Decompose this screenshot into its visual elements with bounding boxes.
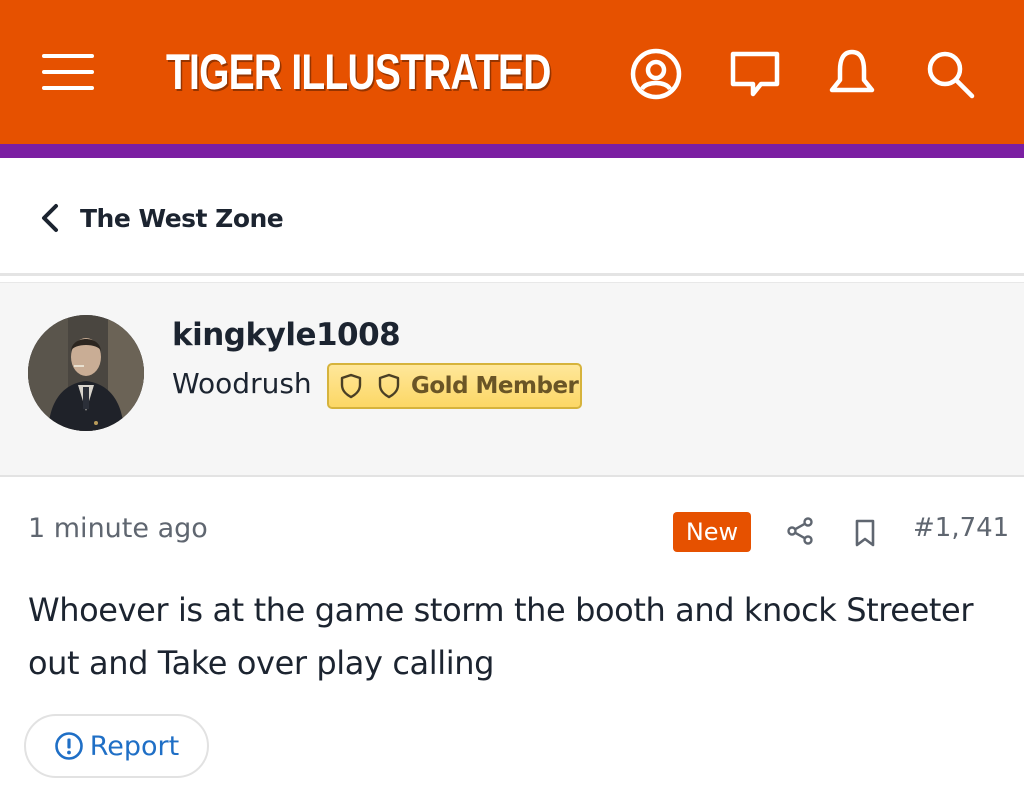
author-block: kingkyle1008 Woodrush Gold Member — [0, 282, 1024, 477]
report-label: Report — [89, 730, 180, 762]
back-link-label: The West Zone — [80, 203, 284, 233]
breadcrumb: The West Zone — [0, 158, 1024, 276]
search-icon[interactable] — [922, 46, 978, 102]
post-body: Whoever is at the game storm the booth a… — [28, 591, 974, 682]
report-button[interactable]: Report — [24, 714, 209, 778]
author-username[interactable]: kingkyle1008 — [172, 317, 401, 353]
new-badge: New — [673, 512, 751, 552]
bookmark-icon[interactable] — [852, 518, 878, 548]
author-title: Woodrush — [172, 367, 312, 400]
post-timestamp[interactable]: 1 minute ago — [28, 513, 208, 544]
back-link[interactable]: The West Zone — [38, 198, 284, 238]
badge-label: Gold Member — [411, 373, 579, 399]
post-number[interactable]: #1,741 — [913, 513, 1009, 543]
shield-icon — [378, 373, 400, 399]
chevron-left-icon — [42, 204, 58, 232]
chat-icon[interactable] — [727, 46, 783, 102]
share-icon[interactable] — [784, 515, 816, 547]
shield-icon — [340, 373, 362, 399]
top-nav-bar: TIGER ILLUSTRATED — [0, 0, 1024, 144]
menu-icon[interactable] — [40, 50, 96, 94]
bell-icon[interactable] — [824, 46, 880, 102]
gold-member-badge[interactable]: Gold Member — [327, 363, 582, 409]
avatar[interactable] — [28, 315, 144, 431]
alert-circle-icon — [54, 732, 83, 760]
profile-icon[interactable] — [628, 46, 684, 102]
accent-strip — [0, 144, 1024, 158]
site-logo[interactable]: TIGER ILLUSTRATED — [166, 42, 551, 102]
